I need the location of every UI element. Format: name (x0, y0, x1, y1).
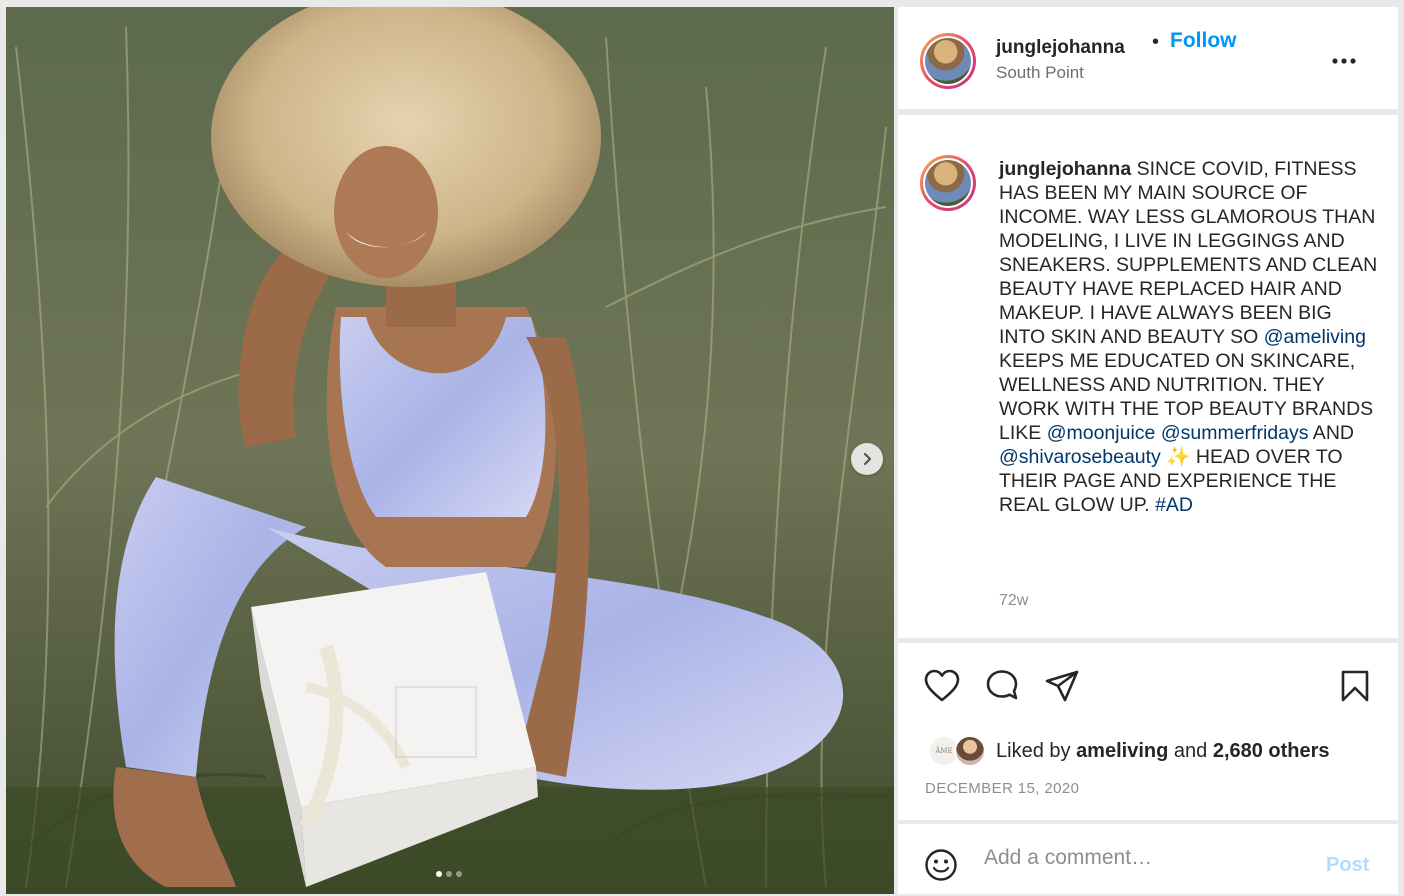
pagination-dot (446, 871, 452, 877)
chevron-right-icon (863, 452, 872, 466)
post-location[interactable]: South Point (996, 63, 1084, 83)
heart-icon (924, 669, 960, 702)
actions-section: ÂME Liked by ameliving and 2,680 others … (898, 643, 1398, 820)
mention-link[interactable]: @moonjuice (1047, 422, 1156, 444)
separator-bullet: • (1152, 31, 1160, 53)
caption-author-avatar[interactable] (920, 155, 976, 211)
smiley-icon (925, 849, 957, 881)
follow-button[interactable]: Follow (1170, 29, 1237, 53)
post-date[interactable]: DECEMBER 15, 2020 (925, 780, 1079, 797)
mention-link[interactable]: @shivarosebeauty (999, 446, 1161, 468)
pagination-dot (436, 871, 442, 877)
liker-avatar[interactable] (954, 735, 986, 767)
caption-text-fragment: AND (1308, 422, 1354, 444)
post-photo[interactable] (6, 7, 894, 894)
hashtag-link[interactable]: #AD (1155, 494, 1193, 516)
save-button[interactable] (1340, 669, 1370, 708)
caption-text-fragment: SINCE COVID, FITNESS HAS BEEN MY MAIN SO… (999, 158, 1378, 348)
caption-section: junglejohanna SINCE COVID, FITNESS HAS B… (898, 115, 1398, 638)
post-sidebar: junglejohanna • Follow South Point jungl… (898, 7, 1398, 894)
caption-text: junglejohanna SINCE COVID, FITNESS HAS B… (999, 157, 1379, 517)
photo-pagination-dots (436, 871, 462, 877)
author-avatar[interactable] (920, 33, 976, 89)
others-likes-link[interactable]: 2,680 others (1213, 740, 1330, 762)
post-comment-button[interactable]: Post (1326, 854, 1369, 877)
post-header: junglejohanna • Follow South Point (898, 7, 1398, 109)
share-button[interactable] (1044, 669, 1080, 708)
more-options-button[interactable] (1331, 45, 1357, 71)
mention-link[interactable]: @summerfridays (1161, 422, 1309, 444)
liked-by-connector: and (1173, 739, 1208, 762)
bookmark-icon (1341, 670, 1369, 702)
post-photo-illustration (6, 7, 894, 894)
comment-input[interactable] (984, 846, 1284, 870)
comment-box: Post (898, 824, 1398, 894)
liked-by-row: ÂME Liked by ameliving and 2,680 others (928, 735, 1330, 767)
more-dots-icon (1332, 58, 1356, 64)
liked-by-prefix: Liked by (996, 739, 1071, 762)
next-photo-button[interactable] (851, 443, 883, 475)
instagram-post-window: junglejohanna • Follow South Point jungl… (0, 0, 1404, 896)
liked-by-text: Liked by ameliving and 2,680 others (996, 740, 1330, 763)
caption-username[interactable]: junglejohanna (999, 158, 1131, 180)
liker-username[interactable]: ameliving (1076, 740, 1168, 762)
share-icon (1045, 670, 1079, 702)
pagination-dot (456, 871, 462, 877)
like-button[interactable] (924, 669, 960, 708)
post-time-ago[interactable]: 72w (999, 592, 1028, 610)
caption-body: SINCE COVID, FITNESS HAS BEEN MY MAIN SO… (999, 158, 1377, 516)
mention-link[interactable]: @ameliving (1264, 326, 1366, 348)
emoji-button[interactable] (924, 848, 958, 887)
comment-button[interactable] (984, 669, 1020, 710)
author-username[interactable]: junglejohanna (996, 37, 1125, 59)
comment-icon (986, 670, 1018, 700)
